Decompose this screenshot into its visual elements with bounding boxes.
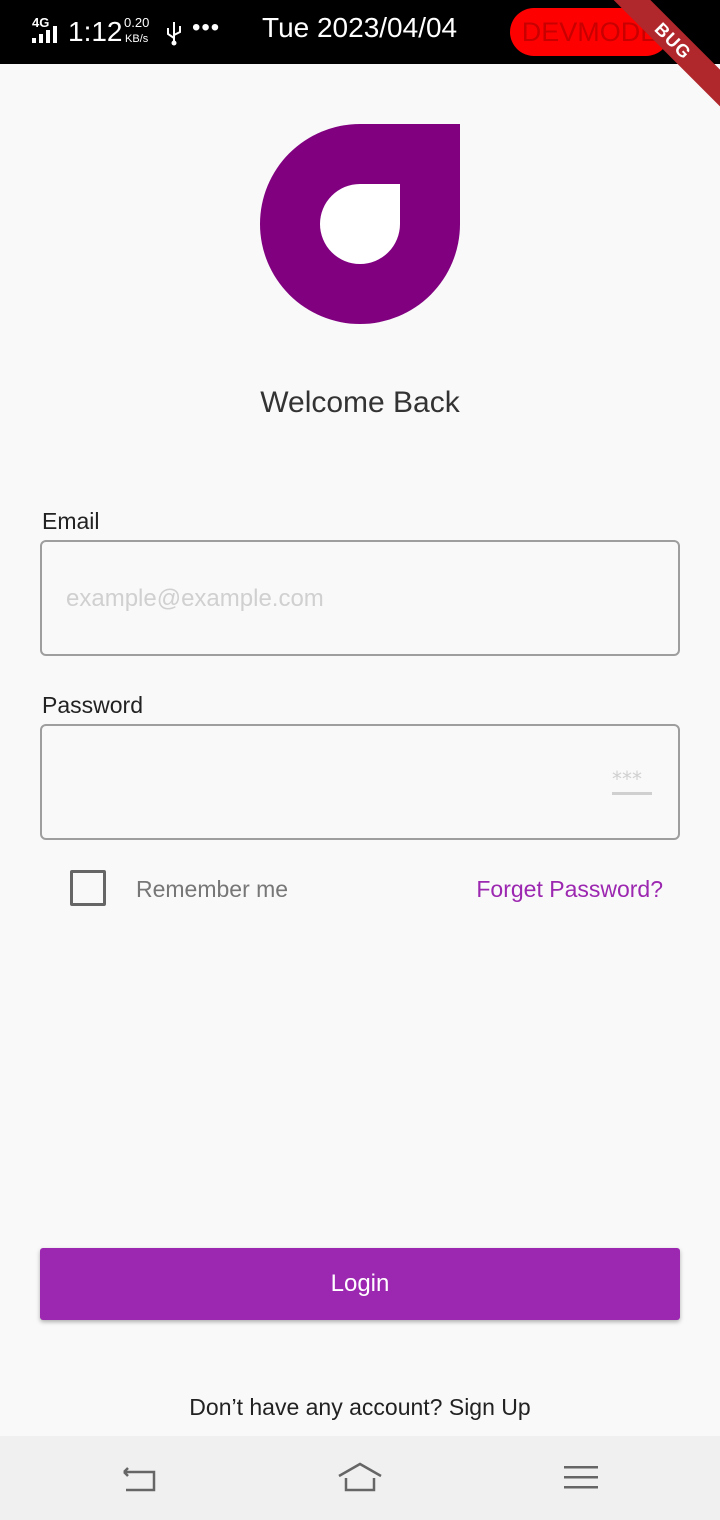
clock: 1:12 [68, 16, 123, 47]
signal-icon [32, 26, 57, 43]
speed-value: 0.20 [124, 15, 150, 30]
remember-me-label[interactable]: Remember me [136, 876, 288, 903]
more-notifications-icon: ••• [192, 14, 221, 41]
remember-me-checkbox[interactable] [70, 870, 106, 906]
password-field[interactable] [64, 762, 628, 804]
email-field[interactable] [64, 578, 628, 620]
email-field-container[interactable] [40, 540, 680, 656]
status-bar: 4G 1:12 0.20 KB/s ••• Tue 2023/04/04 DEV… [0, 0, 720, 64]
password-label: Password [42, 692, 143, 718]
app-logo [260, 124, 460, 324]
system-nav-bar [0, 1436, 720, 1520]
home-icon[interactable] [335, 1454, 385, 1504]
menu-icon[interactable] [556, 1454, 606, 1504]
back-icon[interactable] [114, 1454, 164, 1504]
password-field-container[interactable]: *** [40, 724, 680, 840]
password-visibility-icon[interactable]: *** [610, 770, 654, 798]
network-speed: 0.20 KB/s [124, 15, 149, 47]
speed-unit: KB/s [125, 33, 149, 45]
usb-icon [167, 22, 181, 46]
svg-text:***: *** [612, 770, 642, 791]
welcome-title: Welcome Back [260, 386, 460, 419]
date: Tue 2023/04/04 [262, 12, 458, 43]
login-button[interactable]: Login [40, 1248, 680, 1320]
forget-password-link[interactable]: Forget Password? [476, 876, 663, 903]
email-label: Email [42, 508, 100, 534]
signup-link[interactable]: Don’t have any account? Sign Up [0, 1394, 720, 1421]
